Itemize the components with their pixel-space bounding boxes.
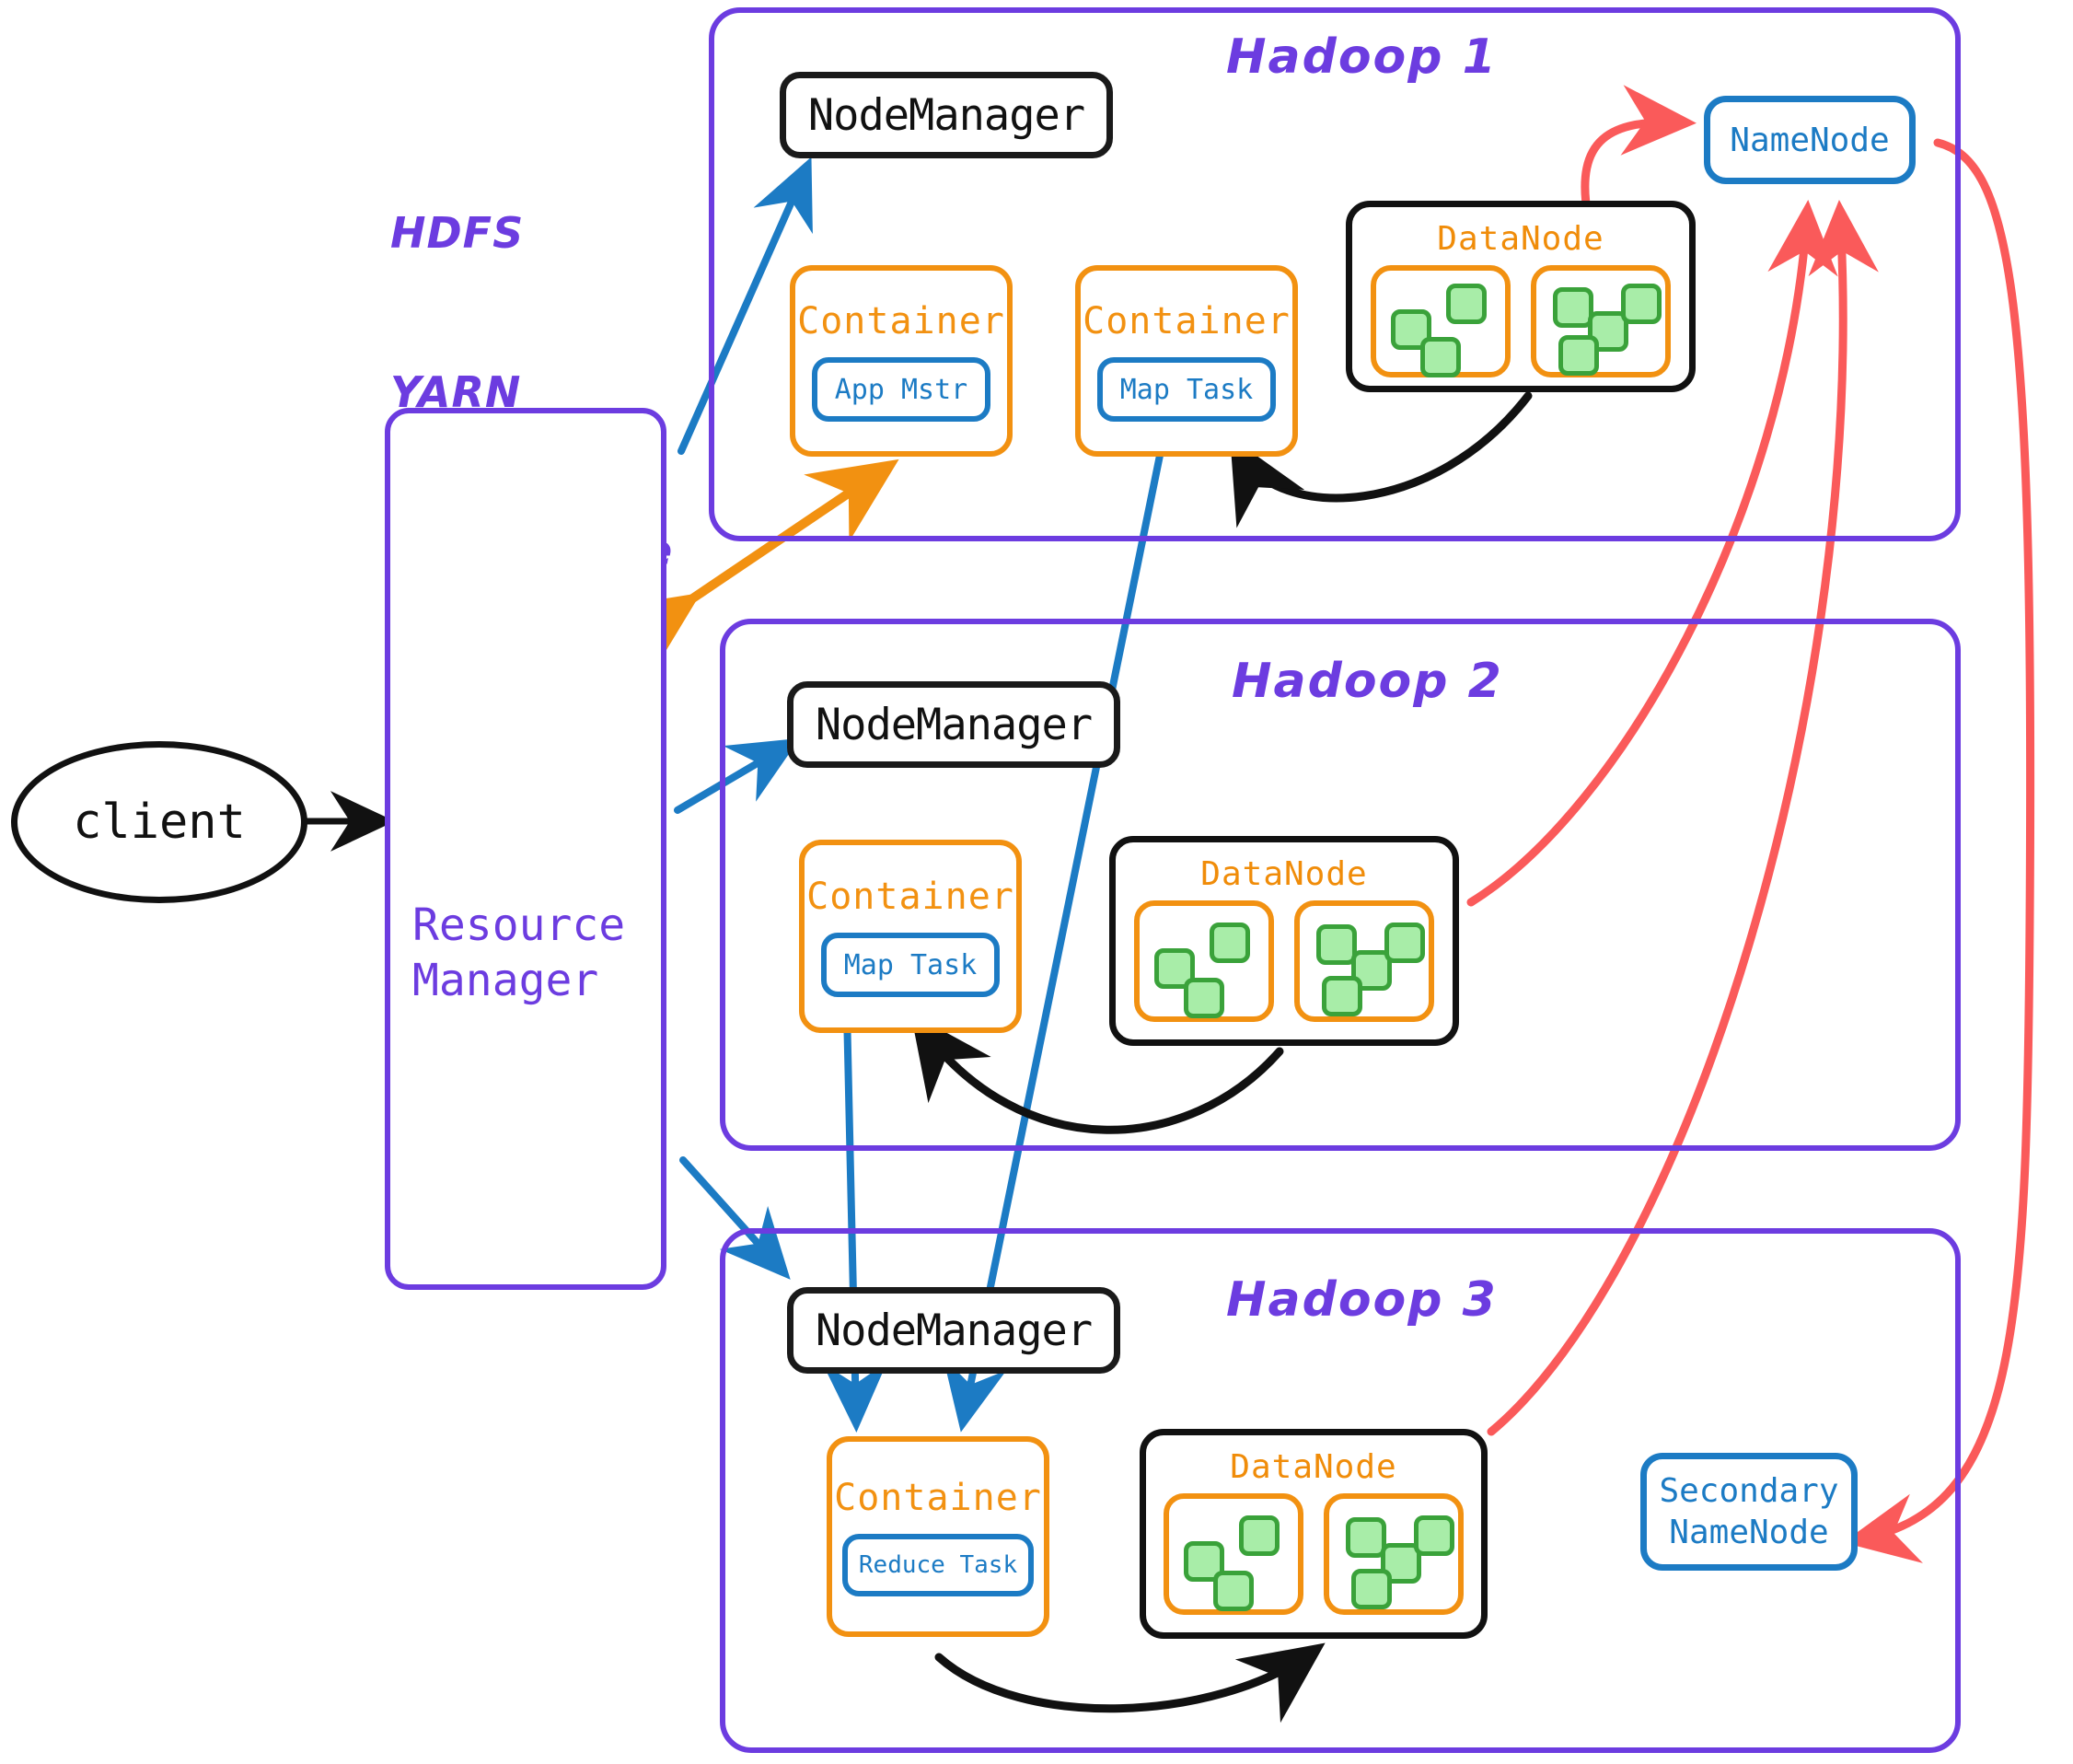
datanode-hadoop2-title: DataNode <box>1200 855 1368 893</box>
datanode-hadoop1-disk-2 <box>1531 265 1671 377</box>
secondary-namenode-label-line1: Secondary <box>1659 1472 1839 1510</box>
hdfs-block <box>1239 1515 1280 1556</box>
resource-manager-label-line1: Resource <box>412 899 626 951</box>
secondary-namenode-label-line2: NameNode <box>1669 1514 1829 1551</box>
container-hadoop1-appmstr[interactable]: Container App Mstr <box>790 265 1013 457</box>
hdfs-block <box>1184 978 1224 1018</box>
task-map-task-2-label: Map Task <box>843 948 978 981</box>
task-map-task-1[interactable]: Map Task <box>1097 357 1276 422</box>
datanode-hadoop1-disk-1 <box>1371 265 1511 377</box>
client-label: client <box>73 795 246 850</box>
datanode-hadoop3[interactable]: DataNode <box>1140 1429 1488 1639</box>
namenode-label: NameNode <box>1730 121 1890 159</box>
nodemanager-hadoop3[interactable]: NodeManager <box>787 1287 1120 1374</box>
container-hadoop3-reducetask-title: Container <box>834 1477 1042 1519</box>
datanode-hadoop2[interactable]: DataNode <box>1109 836 1459 1046</box>
datanode-hadoop2-disk-2 <box>1294 900 1434 1022</box>
datanode-hadoop2-disk-1 <box>1134 900 1274 1022</box>
datanode-hadoop3-disk-2 <box>1324 1493 1464 1615</box>
diagram-canvas: HDFS YARN MapReduce 三者关系 client Resource… <box>0 0 2073 1764</box>
container-hadoop1-maptask-title: Container <box>1083 300 1291 342</box>
hdfs-block <box>1322 976 1362 1016</box>
datanode-hadoop1-title: DataNode <box>1437 220 1604 258</box>
nodemanager-hadoop3-label: NodeManager <box>815 1305 1093 1356</box>
hdfs-block <box>1213 1571 1254 1611</box>
datanode-hadoop3-disk-row <box>1164 1493 1464 1615</box>
client-node[interactable]: client <box>11 741 307 903</box>
hdfs-block <box>1621 284 1662 324</box>
container-hadoop1-maptask[interactable]: Container Map Task <box>1075 265 1298 457</box>
nodemanager-hadoop2-label: NodeManager <box>815 699 1093 750</box>
namenode-node[interactable]: NameNode <box>1704 96 1916 184</box>
secondary-namenode-node[interactable]: Secondary NameNode <box>1640 1453 1858 1571</box>
task-reduce-task-label: Reduce Task <box>858 1551 1018 1579</box>
cluster-hadoop3-title: Hadoop 3 <box>1226 1272 1498 1328</box>
hdfs-block <box>1351 1569 1392 1609</box>
hdfs-block <box>1210 923 1250 963</box>
hdfs-block <box>1384 923 1425 963</box>
datanode-hadoop3-title: DataNode <box>1230 1448 1397 1486</box>
hdfs-block <box>1420 337 1461 377</box>
headnote-line-hdfs: HDFS <box>390 208 525 258</box>
datanode-hadoop1[interactable]: DataNode <box>1346 201 1696 392</box>
datanode-hadoop3-disk-1 <box>1164 1493 1303 1615</box>
datanode-hadoop2-disk-row <box>1134 900 1434 1022</box>
cluster-hadoop2-title: Hadoop 2 <box>1232 654 1503 709</box>
resource-manager-label-line2: Manager <box>412 955 599 1006</box>
task-app-mstr[interactable]: App Mstr <box>812 357 990 422</box>
task-map-task-2[interactable]: Map Task <box>821 933 1000 997</box>
cluster-hadoop1-title: Hadoop 1 <box>1226 29 1498 85</box>
datanode-hadoop1-disk-row <box>1371 265 1671 377</box>
container-hadoop2-maptask[interactable]: Container Map Task <box>799 840 1022 1033</box>
container-hadoop3-reducetask[interactable]: Container Reduce Task <box>827 1436 1049 1637</box>
nodemanager-hadoop2[interactable]: NodeManager <box>787 681 1120 768</box>
task-map-task-1-label: Map Task <box>1119 373 1254 406</box>
container-hadoop1-appmstr-title: Container <box>797 300 1005 342</box>
nodemanager-hadoop1-label: NodeManager <box>807 89 1085 141</box>
hdfs-block <box>1446 284 1487 324</box>
hdfs-block <box>1414 1515 1454 1556</box>
task-app-mstr-label: App Mstr <box>834 373 968 406</box>
nodemanager-hadoop1[interactable]: NodeManager <box>780 72 1113 158</box>
hdfs-block <box>1558 335 1599 376</box>
container-hadoop2-maptask-title: Container <box>806 876 1014 918</box>
resource-manager-node[interactable]: Resource Manager <box>385 408 666 1290</box>
task-reduce-task[interactable]: Reduce Task <box>842 1534 1034 1596</box>
